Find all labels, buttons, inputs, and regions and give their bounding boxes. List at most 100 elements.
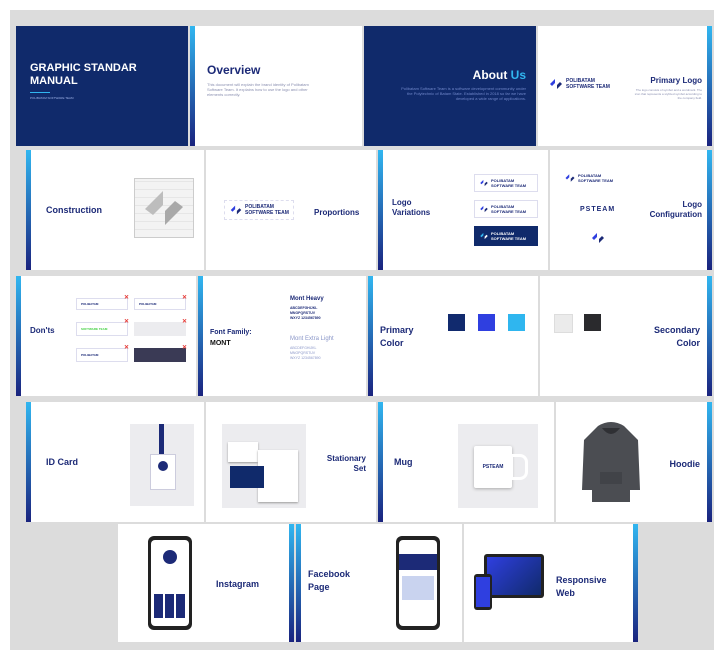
primary-color-title: Primary Color [380, 325, 414, 348]
slide-primary-color[interactable]: Primary Color [368, 276, 538, 396]
logo-symbol-icon [230, 205, 242, 215]
accent-bar [707, 402, 712, 522]
slide-primary-logo[interactable]: POLIBATAM SOFTWARE TEAM Primary Logo The … [538, 26, 712, 146]
proportion-logo: POLIBATAM SOFTWARE TEAM [224, 200, 294, 220]
font-light-sample: ABCDEFGHIJKL MNOPQRSTUV WXYZ 1234567890 [290, 346, 321, 360]
about-title: About Us [472, 68, 526, 82]
slide-facebook-page[interactable]: Facebook Page [296, 524, 462, 642]
primary-swatch-cyan [508, 314, 525, 331]
construction-title: Construction [46, 205, 102, 215]
cross-icon: ✕ [124, 295, 130, 301]
donts-title: Don'ts [30, 326, 55, 335]
logo-symbol-icon [565, 174, 575, 182]
slide-about[interactable]: About Us Polibatam Software Team is a so… [364, 26, 536, 146]
slide-cover[interactable]: GRAPHIC STANDAR MANUAL POLIBATAM SOFTWAR… [16, 26, 188, 146]
primary-logo: POLIBATAM SOFTWARE TEAM [548, 76, 610, 92]
cross-icon: ✕ [182, 319, 188, 325]
slide-donts[interactable]: Don'ts POLIBATAM ✕ POLIBATAM ✕ SOFTWARE … [16, 276, 196, 396]
mug-mockup: PSTEAM [458, 424, 538, 508]
cover-subtitle: POLIBATAM SOFTWARE TEAM [30, 96, 74, 100]
dont-example-reordered: POLIBATAM [134, 298, 186, 310]
variation-dark: POLIBATAM SOFTWARE TEAM [474, 226, 538, 246]
primary-swatch-blue [478, 314, 495, 331]
font-heavy-title: Mont Heavy [290, 296, 324, 302]
dont-example-busy-background [134, 348, 186, 362]
slide-instagram[interactable]: Instagram [118, 524, 294, 642]
configuration-title: Logo Configuration [649, 200, 702, 219]
accent-bar [289, 524, 294, 642]
secondary-swatch-dark [584, 314, 601, 331]
dont-example-shadow: POLIBATAM [76, 348, 128, 362]
slide-proportions[interactable]: POLIBATAM SOFTWARE TEAM Proportions [206, 150, 376, 270]
proportions-title: Proportions [314, 208, 360, 217]
logo-symbol-icon [480, 179, 488, 187]
font-heavy-sample: ABCDEFGHIJKL MNOPQRSTUV WXYZ 1234567890 [290, 306, 321, 320]
variation-outline: POLIBATAM SOFTWARE TEAM [474, 200, 538, 218]
slide-logo-variations[interactable]: Logo Variations POLIBATAM SOFTWARE TEAM PO… [378, 150, 548, 270]
slide-id-card[interactable]: ID Card [26, 402, 204, 522]
font-light-title: Mont Extra Light [290, 336, 334, 342]
stationary-title: Stationary Set [326, 454, 366, 473]
slide-font-family[interactable]: Font Family: MONT Mont Heavy ABCDEFGHIJK… [198, 276, 366, 396]
logo-symbol-icon [550, 79, 562, 89]
slide-mug[interactable]: Mug PSTEAM [378, 402, 554, 522]
accent-bar [26, 150, 31, 270]
overview-body: This document will explain the brand ide… [207, 82, 309, 97]
primary-logo-body: The logo consists of symbol and a wordma… [634, 88, 702, 100]
about-body: Polibatam Software Team is a software de… [401, 86, 526, 101]
variation-light: POLIBATAM SOFTWARE TEAM [474, 174, 538, 192]
secondary-swatch-light [554, 314, 573, 333]
primary-logo-title: Primary Logo [650, 76, 702, 85]
accent-bar [378, 150, 383, 270]
web-title: Responsive Web [556, 575, 607, 598]
slide-responsive-web[interactable]: Responsive Web [464, 524, 638, 642]
accent-bar [296, 524, 301, 642]
construction-symbol-icon [145, 191, 183, 225]
cover-title: GRAPHIC STANDAR MANUAL [30, 62, 137, 87]
accent-bar [707, 276, 712, 396]
slide-stationary-set[interactable]: Stationary Set [206, 402, 376, 522]
construction-grid [134, 178, 194, 238]
dont-example-stretched: POLIBATAM [76, 298, 128, 310]
accent-bar [633, 524, 638, 642]
cross-icon: ✕ [182, 295, 188, 301]
logo-symbol-icon [480, 205, 488, 213]
mug-title: Mug [394, 457, 413, 467]
accent-bar [378, 402, 383, 522]
instagram-title: Instagram [216, 579, 260, 589]
primary-swatch-navy [448, 314, 465, 331]
slide-secondary-color[interactable]: Secondary Color [540, 276, 712, 396]
cross-icon: ✕ [124, 319, 130, 325]
id-card-mockup [130, 424, 194, 506]
config-logo-horizontal: POLIBATAM SOFTWARE TEAM [564, 172, 613, 184]
slide-logo-configuration[interactable]: POLIBATAM SOFTWARE TEAM PSTEAM Logo Config… [550, 150, 712, 270]
dont-example-recolored: SOFTWARE TEAM [76, 322, 128, 336]
config-symbol-icon [592, 233, 604, 243]
config-wordmark: PSTEAM [580, 206, 616, 213]
hoodie-mockup [582, 422, 640, 502]
font-family-label: Font Family: [210, 329, 252, 336]
font-family-name: MONT [210, 340, 231, 347]
web-phone-mockup [474, 574, 492, 610]
accent-bar [707, 26, 712, 146]
facebook-title: Facebook Page [308, 569, 351, 592]
cross-icon: ✕ [124, 345, 130, 351]
hoodie-title: Hoodie [669, 459, 701, 469]
web-tablet-mockup [484, 554, 544, 598]
slide-hoodie[interactable]: Hoodie [556, 402, 712, 522]
accent-bar [190, 26, 195, 146]
accent-bar [368, 276, 373, 396]
secondary-color-title: Secondary Color [653, 325, 700, 348]
accent-bar [16, 276, 21, 396]
slide-overview[interactable]: Overview This document will explain the … [190, 26, 362, 146]
cover-rule [30, 92, 50, 93]
slide-grid: GRAPHIC STANDAR MANUAL POLIBATAM SOFTWAR… [10, 10, 714, 650]
logo-symbol-icon [480, 232, 488, 240]
instagram-phone-mockup [148, 536, 192, 630]
accent-bar [707, 150, 712, 270]
slide-construction[interactable]: Construction [26, 150, 204, 270]
variations-title: Logo Variations [392, 198, 431, 217]
accent-bar [26, 402, 31, 522]
facebook-phone-mockup [396, 536, 440, 630]
dont-example-lowcontrast [134, 322, 186, 336]
